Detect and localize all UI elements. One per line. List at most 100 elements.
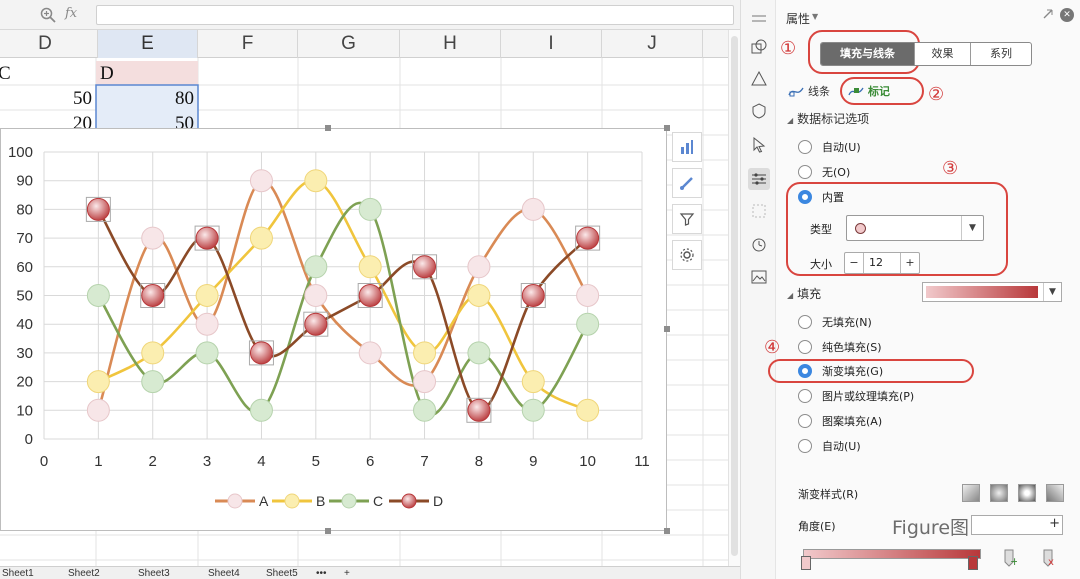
fill-section[interactable]: ◢ 填充 — [787, 285, 821, 302]
cursor-icon[interactable] — [748, 134, 770, 156]
data-marker-D[interactable] — [249, 341, 273, 365]
data-marker-C[interactable] — [576, 312, 600, 336]
data-marker-B[interactable] — [413, 341, 437, 365]
data-marker-B[interactable] — [467, 284, 491, 307]
tab-series[interactable]: 系列 — [971, 43, 1031, 65]
zoom-icon[interactable] — [40, 7, 56, 23]
data-marker-C[interactable] — [195, 341, 219, 365]
col-header-g[interactable]: G — [298, 30, 400, 58]
fill-gradient-option[interactable]: 渐变填充(G) — [798, 363, 883, 379]
sheet-tab-3[interactable]: Sheet3 — [138, 568, 170, 579]
size-increment-button[interactable]: + — [901, 253, 919, 273]
cell-d2[interactable]: 50 — [0, 86, 96, 111]
collapse-triangle-icon[interactable]: ◢ — [787, 291, 793, 300]
cell-c1[interactable]: C — [0, 61, 18, 86]
scroll-thumb[interactable] — [731, 36, 738, 556]
data-marker-A[interactable] — [249, 169, 273, 193]
tab-effects[interactable]: 效果 — [915, 43, 971, 65]
legend-label-A[interactable]: A — [259, 493, 269, 509]
marker-type-select[interactable]: ▼ — [846, 215, 984, 241]
add-stop-icon[interactable]: + — [1001, 548, 1017, 568]
legend-label-B[interactable]: B — [316, 493, 325, 509]
data-marker-D[interactable] — [467, 398, 491, 422]
data-marker-B[interactable] — [249, 226, 273, 250]
col-header-e[interactable]: E — [98, 30, 198, 58]
radio-marker-none[interactable] — [798, 165, 812, 179]
resize-icon[interactable] — [748, 200, 770, 222]
tab-fill-line[interactable]: 填充与线条 — [821, 43, 915, 65]
size-decrement-button[interactable]: − — [845, 253, 863, 273]
legend-label-D[interactable]: D — [433, 493, 443, 509]
data-marker-C[interactable] — [358, 197, 382, 221]
radio-fill-none[interactable] — [798, 315, 812, 329]
panel-title[interactable]: 属性 — [786, 10, 810, 27]
data-marker-B[interactable] — [195, 284, 219, 307]
fill-none-option[interactable]: 无填充(N) — [798, 314, 872, 330]
data-marker-D[interactable] — [576, 226, 600, 250]
data-marker-B[interactable] — [304, 169, 328, 193]
shapes-icon[interactable] — [748, 36, 770, 58]
data-marker-A[interactable] — [141, 226, 165, 250]
cell-e2[interactable]: 80 — [98, 86, 198, 111]
delete-stop-icon[interactable]: x — [1040, 548, 1056, 568]
chart-elements-button[interactable] — [672, 132, 702, 162]
data-marker-B[interactable] — [86, 370, 110, 394]
col-header-i[interactable]: I — [501, 30, 602, 58]
data-marker-D[interactable] — [141, 284, 165, 307]
sheet-tab-4[interactable]: Sheet4 — [208, 568, 240, 579]
shield-icon[interactable] — [748, 100, 770, 122]
data-marker-D[interactable] — [521, 284, 545, 307]
angle-input[interactable]: + — [971, 515, 1063, 535]
data-marker-C[interactable] — [86, 284, 110, 307]
size-value[interactable]: 12 — [863, 253, 901, 273]
fill-gradient-preview[interactable]: ▼ — [922, 282, 1062, 302]
marker-builtin-option[interactable]: 内置 — [798, 189, 844, 205]
gradient-linear-button[interactable] — [962, 484, 980, 502]
radio-fill-solid[interactable] — [798, 340, 812, 354]
gradient-stop-end[interactable] — [968, 556, 978, 570]
data-marker-B[interactable] — [358, 255, 382, 279]
data-marker-A[interactable] — [86, 398, 110, 422]
history-icon[interactable] — [748, 234, 770, 256]
data-marker-B[interactable] — [521, 370, 545, 394]
data-marker-A[interactable] — [521, 197, 545, 221]
data-marker-C[interactable] — [141, 370, 165, 394]
angle-increment-button[interactable]: + — [1049, 516, 1060, 531]
radio-fill-auto[interactable] — [798, 439, 812, 453]
fill-pattern-option[interactable]: 图案填充(A) — [798, 413, 882, 429]
data-marker-C[interactable] — [467, 341, 491, 365]
gradient-radial-button[interactable] — [990, 484, 1008, 502]
marker-size-stepper[interactable]: − 12 + — [844, 252, 920, 274]
radio-marker-auto[interactable] — [798, 140, 812, 154]
col-header-j[interactable]: J — [602, 30, 703, 58]
radio-fill-gradient[interactable] — [798, 364, 812, 378]
close-icon[interactable]: ✕ — [1060, 8, 1074, 22]
chart-settings-button[interactable] — [672, 240, 702, 270]
fill-auto-option[interactable]: 自动(U) — [798, 438, 861, 454]
series-line-D[interactable] — [97, 208, 589, 412]
chart-filter-button[interactable] — [672, 204, 702, 234]
col-header-f[interactable]: F — [198, 30, 298, 58]
radio-marker-builtin[interactable] — [798, 190, 812, 204]
data-marker-B[interactable] — [141, 341, 165, 365]
fill-picture-option[interactable]: 图片或纹理填充(P) — [798, 388, 914, 404]
marker-auto-option[interactable]: 自动(U) — [798, 139, 861, 155]
data-marker-C[interactable] — [304, 255, 328, 279]
pin-icon[interactable] — [1042, 8, 1054, 20]
radio-fill-picture[interactable] — [798, 389, 812, 403]
sheet-tab-1[interactable]: Sheet1 — [2, 568, 34, 579]
data-marker-D[interactable] — [304, 312, 328, 336]
data-marker-B[interactable] — [576, 398, 600, 422]
data-marker-C[interactable] — [413, 398, 437, 422]
marker-options-section[interactable]: ◢ 数据标记选项 — [787, 110, 869, 127]
data-marker-A[interactable] — [304, 284, 328, 307]
data-marker-A[interactable] — [195, 312, 219, 336]
radio-fill-pattern[interactable] — [798, 414, 812, 428]
sheet-tab-5[interactable]: Sheet5 — [266, 568, 298, 579]
col-header-h[interactable]: H — [400, 30, 501, 58]
dropdown-arrow-icon[interactable]: ▼ — [961, 216, 983, 240]
data-marker-A[interactable] — [467, 255, 491, 279]
data-marker-A[interactable] — [358, 341, 382, 365]
gradient-path-button[interactable] — [1046, 484, 1064, 502]
data-marker-A[interactable] — [576, 284, 600, 307]
